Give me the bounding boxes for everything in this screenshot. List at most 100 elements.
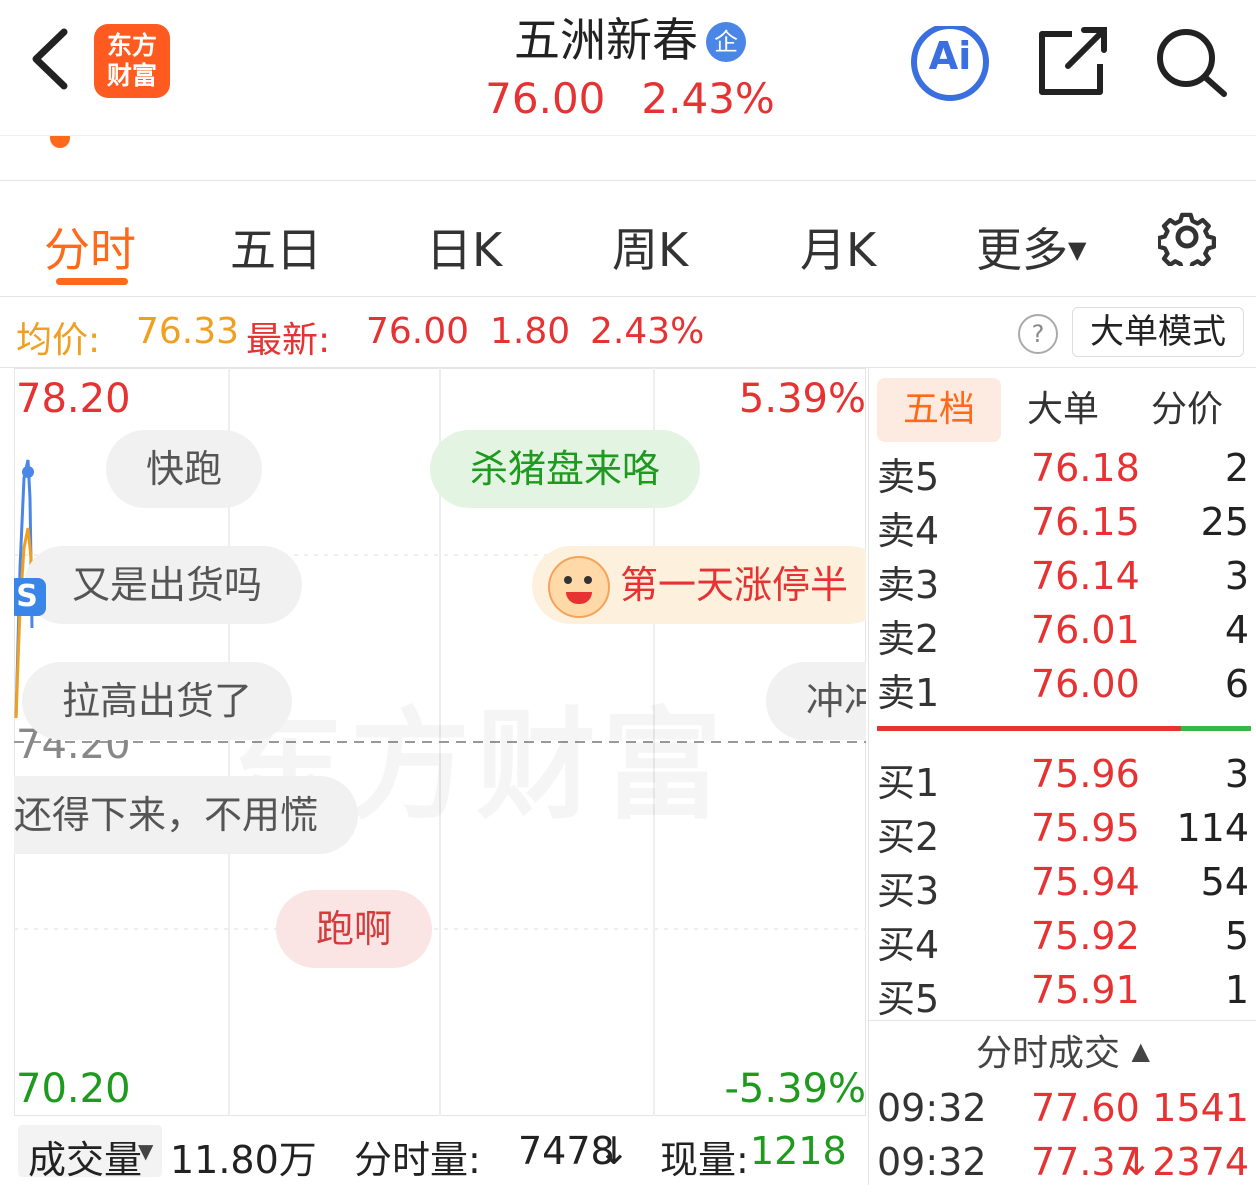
trade-row: 09:32 77.37 ↓2374 (869, 1140, 1256, 1194)
caret-down-icon: ▼ (138, 1139, 154, 1163)
ai-label: Ai (928, 34, 972, 78)
share-button[interactable] (1034, 26, 1118, 106)
search-button[interactable] (1150, 26, 1234, 106)
bid-row: 买4 75.92 5 (869, 914, 1256, 968)
danmu-comment[interactable]: 又是出货吗 (24, 546, 303, 624)
trade-qty: ↓2374 (1120, 1140, 1249, 1184)
news-ticker[interactable] (0, 135, 1256, 181)
tab-daily-k[interactable]: 日K (426, 214, 502, 280)
minute-volume-label: 分时量: (354, 1138, 481, 1182)
ask-row: 卖2 76.01 4 (869, 608, 1256, 662)
tab-more[interactable]: 更多▼ (976, 214, 1086, 280)
danmu-text: 又是出货吗 (72, 563, 263, 607)
latest-point (22, 466, 34, 478)
quote-price: 76.00 (485, 74, 606, 123)
bid-ratio-segment (1181, 726, 1251, 731)
bid-qty: 5 (1224, 914, 1249, 958)
trade-qty: 1541 (1152, 1086, 1249, 1130)
tab-monthly-k[interactable]: 月K (800, 214, 876, 280)
bid-price: 75.96 (1031, 752, 1140, 796)
price-low-label: 70.20 (16, 1066, 131, 1112)
danmu-comment[interactable]: 拉高出货了 (22, 662, 293, 740)
mascot-avatar-icon (548, 556, 610, 618)
tab-price-distribution[interactable]: 分价 (1151, 378, 1223, 442)
ask-row: 卖4 76.15 25 (869, 500, 1256, 554)
bid-price: 75.91 (1031, 968, 1140, 1012)
current-volume-label: 现量: (660, 1138, 749, 1182)
app-logo[interactable]: 东方 财富 (94, 24, 170, 98)
ticker-icon (50, 136, 70, 148)
bid-label: 买1 (877, 761, 940, 805)
bid-qty: 54 (1200, 860, 1249, 904)
danmu-comment[interactable]: 冲冲 (766, 662, 866, 740)
bid-ask-ratio-bar (877, 726, 1251, 731)
danmu-comment[interactable]: 杀猪盘来咯 (430, 430, 701, 508)
ask-qty: 2 (1224, 446, 1249, 490)
price-high-label: 78.20 (16, 376, 131, 422)
ask-qty: 6 (1224, 662, 1249, 706)
intraday-chart[interactable]: 东方财富 78.20 5.39% 74.20 70.20 -5.39% 快跑 杀… (14, 368, 866, 1116)
ask-qty: 4 (1224, 608, 1249, 652)
bid-qty: 3 (1224, 752, 1249, 796)
gear-icon (1156, 212, 1217, 273)
settings-button[interactable] (1156, 208, 1217, 273)
search-icon (1157, 29, 1227, 97)
trade-price: 77.60 (1031, 1086, 1140, 1130)
ask-price: 76.15 (1031, 500, 1140, 544)
back-button[interactable] (24, 24, 84, 94)
period-tabs: 分时 五日 日K 周K 月K 更多▼ (0, 180, 1256, 297)
bid-row: 买5 75.91 1 (869, 968, 1256, 1022)
bid-label: 买2 (877, 815, 940, 859)
bid-label: 买5 (877, 977, 940, 1021)
bid-row: 买1 75.96 3 (869, 752, 1256, 806)
bid-qty: 114 (1176, 806, 1249, 850)
external-link-icon (1039, 27, 1107, 95)
tab-more-label: 更多 (976, 223, 1068, 277)
tab-intraday[interactable]: 分时 (44, 214, 136, 280)
time-sales-title: 分时成交 (976, 1033, 1121, 1074)
tab-weekly-k[interactable]: 周K (612, 214, 688, 280)
bid-row: 买2 75.95 114 (869, 806, 1256, 860)
ai-button[interactable]: Ai (908, 23, 992, 106)
volume-total: 11.80万 (170, 1138, 317, 1182)
chevron-left-icon (32, 28, 68, 90)
ask-qty: 3 (1224, 554, 1249, 598)
s-badge-icon: S (14, 578, 46, 616)
ask-price: 76.01 (1031, 608, 1140, 652)
time-sales-header[interactable]: 分时成交 ▲ (869, 1020, 1256, 1081)
pct-high-label: 5.39% (738, 376, 866, 422)
caret-up-icon: ▲ (1131, 1037, 1150, 1065)
current-volume-value: 1218 (750, 1129, 847, 1173)
danmu-comment[interactable]: 跑啊 (276, 890, 433, 968)
tab-big-orders[interactable]: 大单 (1027, 378, 1099, 442)
stock-quote: 76.00 2.43% (420, 74, 840, 123)
latest-value: 76.00 (366, 311, 470, 352)
stock-name: 五洲新春 (514, 13, 698, 67)
danmu-comment[interactable]: 还得下来，不用慌 (14, 776, 359, 854)
active-tab-indicator (56, 278, 128, 285)
arrow-down-icon: ↓ (598, 1129, 630, 1173)
volume-selector-label: 成交量 (28, 1138, 143, 1182)
big-order-mode-button[interactable]: 大单模式 (1072, 307, 1244, 357)
ask-row: 卖3 76.14 3 (869, 554, 1256, 608)
tab-five-levels[interactable]: 五档 (877, 378, 1002, 442)
ask-label: 卖3 (877, 563, 940, 607)
bid-price: 75.92 (1031, 914, 1140, 958)
order-book-panel: 五档 大单 分价 卖5 76.18 2 卖4 76.15 25 卖3 76.14 3 卖2 7… (868, 368, 1256, 1185)
change-value: 1.80 (490, 311, 571, 352)
ask-label: 卖5 (877, 455, 940, 499)
quote-change-pct: 2.43% (641, 74, 775, 123)
ask-label: 卖4 (877, 509, 940, 553)
enterprise-badge: 企 (706, 22, 746, 62)
danmu-text: 第一天涨停半 (620, 563, 849, 607)
volume-selector[interactable]: 成交量 ▼ (18, 1125, 162, 1182)
danmu-comment[interactable]: 快跑 (106, 430, 263, 508)
ask-price: 76.18 (1031, 446, 1140, 490)
ask-row: 卖5 76.18 2 (869, 446, 1256, 500)
ask-price: 76.00 (1031, 662, 1140, 706)
bid-label: 买4 (877, 923, 940, 967)
help-icon[interactable]: ? (1018, 314, 1058, 354)
tab-five-day[interactable]: 五日 (230, 214, 322, 280)
pct-low-label: -5.39% (724, 1066, 866, 1112)
ask-price: 76.14 (1031, 554, 1140, 598)
